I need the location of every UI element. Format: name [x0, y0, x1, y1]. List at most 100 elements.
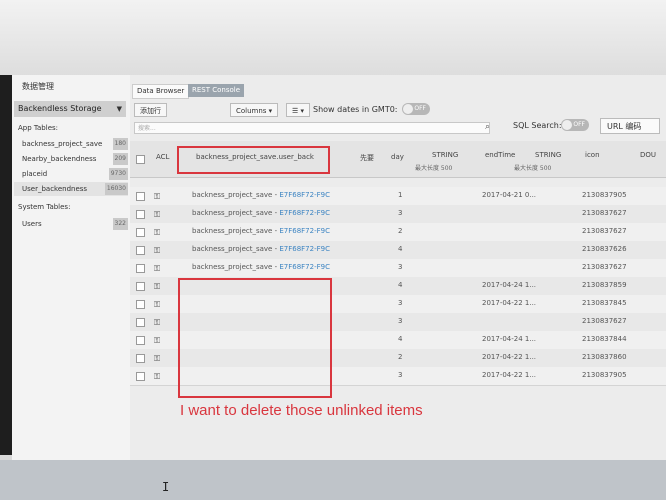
toggle-knob	[403, 104, 413, 114]
sidebar-item-placeid[interactable]: placeid 9730	[14, 167, 128, 181]
sidebar-item-nearby-backendness[interactable]: Nearby_backendness 209	[14, 152, 128, 166]
key-icon[interactable]: ⚿	[154, 300, 160, 310]
icon-cell: 2130837627	[582, 209, 627, 217]
sidebar-item-user-backendness[interactable]: User_backendness 16030	[14, 182, 128, 196]
row-checkbox[interactable]	[136, 318, 145, 327]
sidebar-item-users[interactable]: Users 322	[14, 217, 128, 231]
view-options-button[interactable]: ☰ ▾	[286, 103, 311, 117]
table-count: 9730	[108, 168, 128, 180]
icon-cell: 2130837627	[582, 263, 627, 271]
table-row[interactable]: ⚿ backness_project_save - E7F68F72-F9C 4…	[130, 241, 666, 260]
row-checkbox[interactable]	[136, 300, 145, 309]
table-count: 322	[112, 218, 128, 230]
day-cell: 3	[398, 299, 403, 307]
sidebar-title: 数据管理	[22, 82, 54, 91]
key-icon[interactable]: ⚿	[154, 354, 160, 364]
key-icon[interactable]: ⚿	[154, 264, 160, 274]
table-row[interactable]: ⚿ backness_project_save - E7F68F72-F9C 3…	[130, 259, 666, 278]
column-header-string[interactable]: STRING	[432, 151, 458, 159]
day-cell: 3	[398, 371, 403, 379]
icon-cell: 2130837845	[582, 299, 627, 307]
relation-cell[interactable]: backness_project_save - E7F68F72-F9C	[192, 263, 330, 271]
day-cell: 2	[398, 227, 403, 235]
table-count: 180	[112, 138, 128, 150]
key-icon[interactable]: ⚿	[154, 246, 160, 256]
system-tables-label: System Tables:	[18, 203, 71, 211]
row-checkbox[interactable]	[136, 354, 145, 363]
annotation-text: I want to delete those unlinked items	[180, 402, 423, 419]
monitor-bezel	[0, 75, 12, 455]
key-icon[interactable]: ⚿	[154, 372, 160, 382]
key-icon[interactable]: ⚿	[154, 210, 160, 220]
column-header-day[interactable]: day	[391, 153, 404, 161]
relation-cell[interactable]: backness_project_save - E7F68F72-F9C	[192, 209, 330, 217]
row-checkbox[interactable]	[136, 336, 145, 345]
key-icon[interactable]: ⚿	[154, 282, 160, 292]
day-cell: 4	[398, 335, 403, 343]
sidebar: 数据管理 Backendless Storage ▼ App Tables: b…	[12, 75, 131, 460]
icon-cell: 2130837627	[582, 227, 627, 235]
table-count: 209	[112, 153, 128, 165]
icon-cell: 2130837844	[582, 335, 627, 343]
column-header-acl[interactable]: ACL	[156, 153, 169, 161]
endtime-cell: 2017-04-24 1...	[482, 335, 537, 343]
endtime-cell: 2017-04-22 1...	[482, 299, 537, 307]
column-type-hint: 最大长度 500	[514, 165, 552, 172]
endtime-cell: 2017-04-22 1...	[482, 353, 537, 361]
key-icon[interactable]: ⚿	[154, 192, 160, 202]
key-icon[interactable]: ⚿	[154, 228, 160, 238]
relation-cell[interactable]: backness_project_save - E7F68F72-F9C	[192, 227, 330, 235]
select-all-checkbox[interactable]	[136, 155, 145, 164]
search-placeholder: 搜索...	[138, 125, 156, 132]
row-checkbox[interactable]	[136, 372, 145, 381]
tab-data-browser[interactable]: Data Browser	[132, 84, 190, 99]
column-header-dou[interactable]: DOU	[640, 151, 656, 159]
day-cell: 4	[398, 281, 403, 289]
table-row[interactable]: ⚿ backness_project_save - E7F68F72-F9C 2…	[130, 223, 666, 242]
columns-button[interactable]: Columns ▾	[230, 103, 279, 117]
text-cursor-icon: I	[162, 480, 170, 494]
table-row[interactable]: ⚿ backness_project_save - E7F68F72-F9C 3…	[130, 205, 666, 224]
table-count: 16030	[104, 183, 128, 195]
search-input[interactable]: 搜索...	[134, 122, 490, 134]
tab-rest-console[interactable]: REST Console	[188, 84, 245, 97]
icon-cell: 2130837859	[582, 281, 627, 289]
toggle-state: OFF	[414, 105, 426, 112]
key-icon[interactable]: ⚿	[154, 336, 160, 346]
column-header-endtime[interactable]: endTime	[485, 151, 515, 159]
endtime-cell: 2017-04-22 1...	[482, 371, 537, 379]
highlight-box-relation-column	[177, 146, 330, 174]
table-name: Users	[22, 220, 42, 228]
row-checkbox[interactable]	[136, 210, 145, 219]
taskbar-area	[0, 460, 666, 500]
day-cell: 3	[398, 317, 403, 325]
show-dates-toggle[interactable]: OFF	[402, 103, 430, 115]
new-row-button[interactable]: 添加行	[134, 103, 167, 117]
menu-icon: ☰ ▾	[292, 107, 305, 115]
search-icon[interactable]: ⌕	[485, 122, 490, 132]
toggle-state: OFF	[573, 121, 585, 128]
table-row[interactable]: ⚿ backness_project_save - E7F68F72-F9C 1…	[130, 187, 666, 206]
relation-cell[interactable]: backness_project_save - E7F68F72-F9C	[192, 191, 330, 199]
key-icon[interactable]: ⚿	[154, 318, 160, 328]
endtime-cell: 2017-04-24 1...	[482, 281, 537, 289]
day-cell: 3	[398, 209, 403, 217]
sql-search-toggle[interactable]: OFF	[561, 119, 589, 131]
row-checkbox[interactable]	[136, 264, 145, 273]
row-checkbox[interactable]	[136, 246, 145, 255]
url-encode-button[interactable]: URL 编码	[600, 118, 660, 134]
sql-search-label: SQL Search:	[513, 121, 562, 130]
row-checkbox[interactable]	[136, 282, 145, 291]
row-checkbox[interactable]	[136, 192, 145, 201]
toggle-knob	[562, 120, 572, 130]
background-wall	[0, 0, 666, 80]
day-cell: 3	[398, 263, 403, 271]
sidebar-item-backness-project-save[interactable]: backness_project_save 180	[14, 137, 128, 151]
column-header-unknown[interactable]: 先要	[360, 153, 374, 163]
storage-dropdown[interactable]: Backendless Storage ▼	[14, 101, 126, 117]
relation-cell[interactable]: backness_project_save - E7F68F72-F9C	[192, 245, 330, 253]
storage-dropdown-label: Backendless Storage	[18, 104, 102, 113]
row-checkbox[interactable]	[136, 228, 145, 237]
column-header-string-2[interactable]: STRING	[535, 151, 561, 159]
column-header-icon[interactable]: icon	[585, 151, 600, 159]
